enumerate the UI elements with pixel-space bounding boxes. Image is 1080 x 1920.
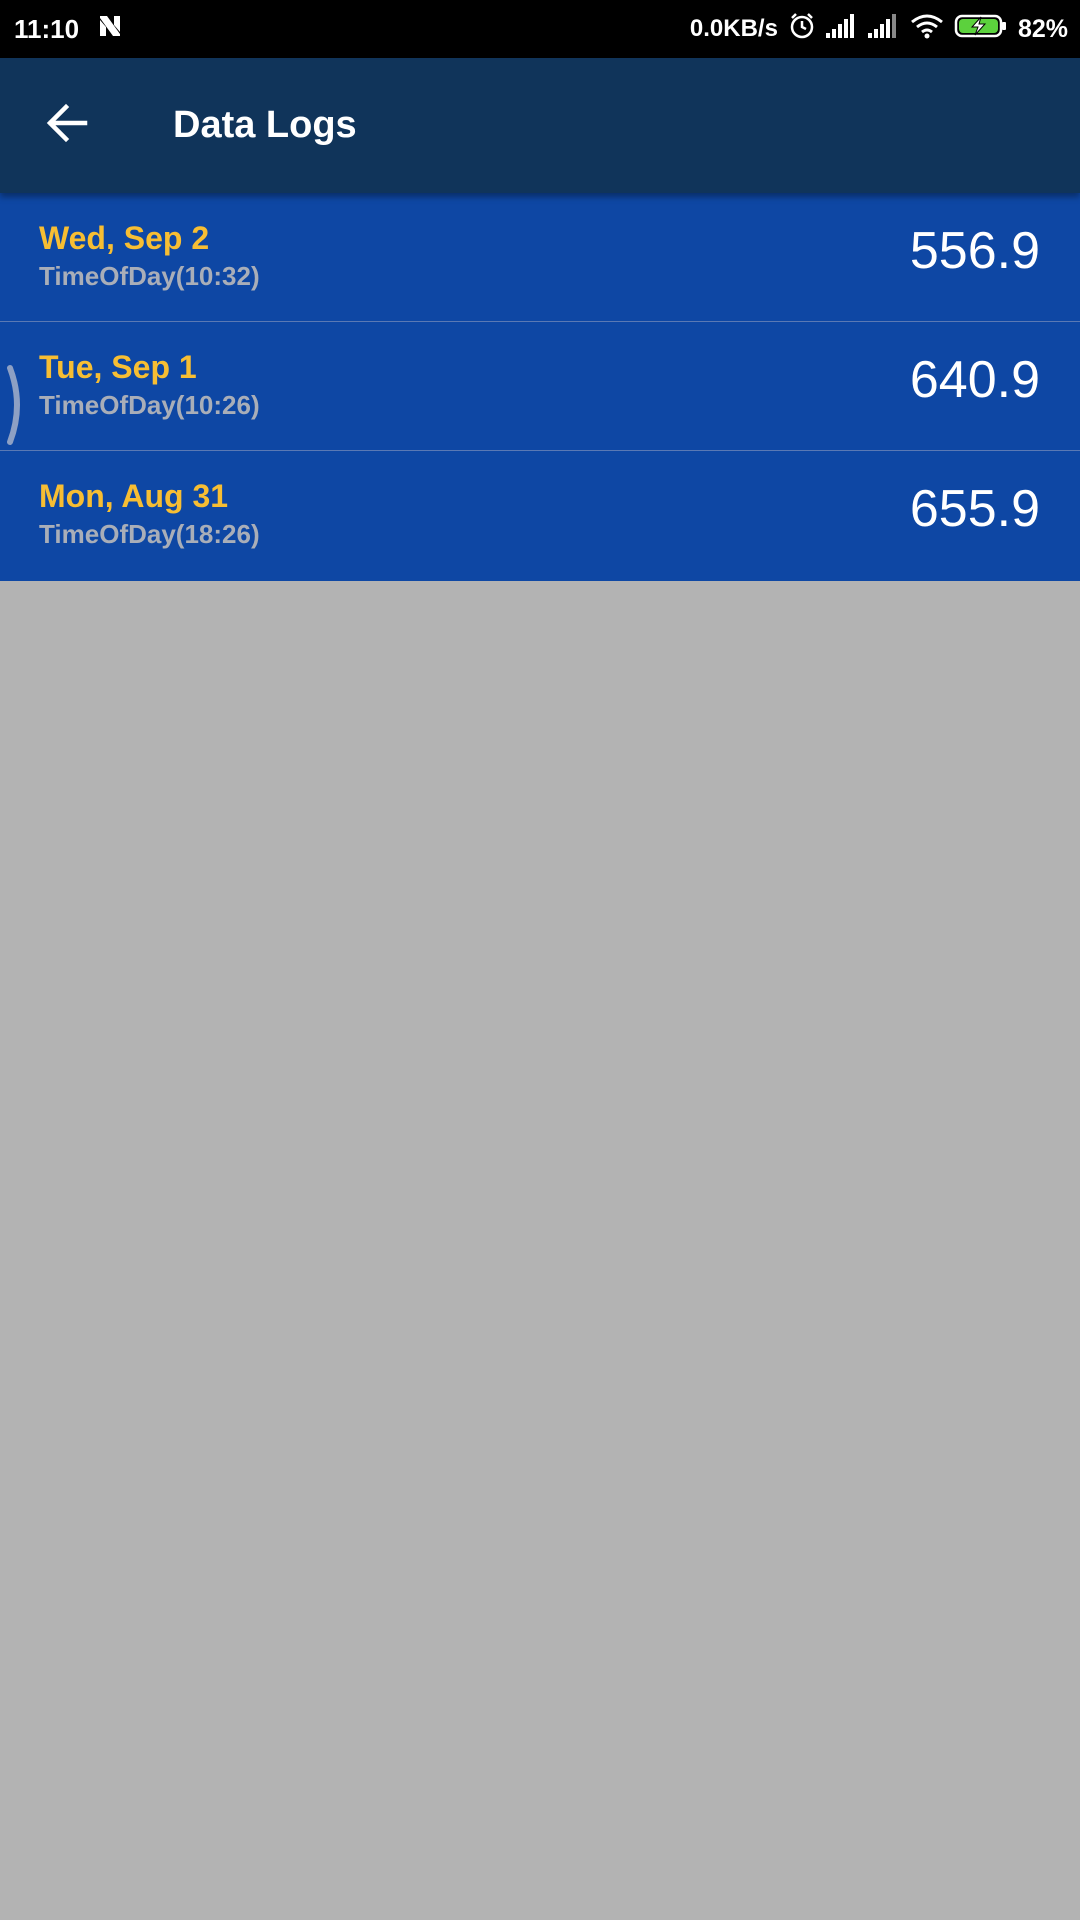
wifi-icon	[910, 13, 944, 46]
log-time: TimeOfDay(18:26)	[39, 519, 260, 549]
log-time: TimeOfDay(10:32)	[39, 261, 260, 291]
status-time: 11:10	[14, 13, 80, 44]
log-value: 556.9	[909, 222, 1040, 280]
log-value: 655.9	[909, 480, 1040, 538]
list-item[interactable]: Wed, Sep 2 TimeOfDay(10:32) 556.9	[0, 193, 1080, 322]
back-button[interactable]	[27, 86, 107, 166]
log-date: Tue, Sep 1	[39, 349, 197, 385]
log-date: Wed, Sep 2	[39, 220, 210, 256]
app-bar: Data Logs	[0, 58, 1080, 193]
log-time: TimeOfDay(10:26)	[39, 390, 260, 420]
list-item[interactable]: Mon, Aug 31 TimeOfDay(18:26) 655.9	[0, 451, 1080, 581]
net-speed: 0.0KB/s	[689, 15, 778, 42]
data-log-list: Wed, Sep 2 TimeOfDay(10:32) 556.9 Tue, S…	[0, 193, 1080, 581]
edge-swipe-handle[interactable]	[0, 360, 30, 450]
log-value: 640.9	[909, 351, 1040, 409]
battery-percent: 82%	[1017, 14, 1068, 43]
status-bar-left: 11:10	[14, 13, 123, 46]
signal-icon	[867, 13, 900, 46]
signal-icon	[825, 13, 858, 46]
status-bar-right: 0.0KB/s 82%	[690, 12, 1068, 47]
n-notification-icon	[97, 13, 123, 46]
battery-charging-icon	[954, 13, 1008, 46]
list-item[interactable]: Tue, Sep 1 TimeOfDay(10:26) 640.9	[0, 322, 1080, 451]
page-title: Data Logs	[173, 104, 357, 146]
log-date: Mon, Aug 31	[39, 478, 229, 514]
alarm-icon	[788, 12, 816, 47]
arrow-left-icon	[45, 101, 89, 150]
status-bar: 11:10 0.0KB/s 82%	[0, 0, 1080, 58]
